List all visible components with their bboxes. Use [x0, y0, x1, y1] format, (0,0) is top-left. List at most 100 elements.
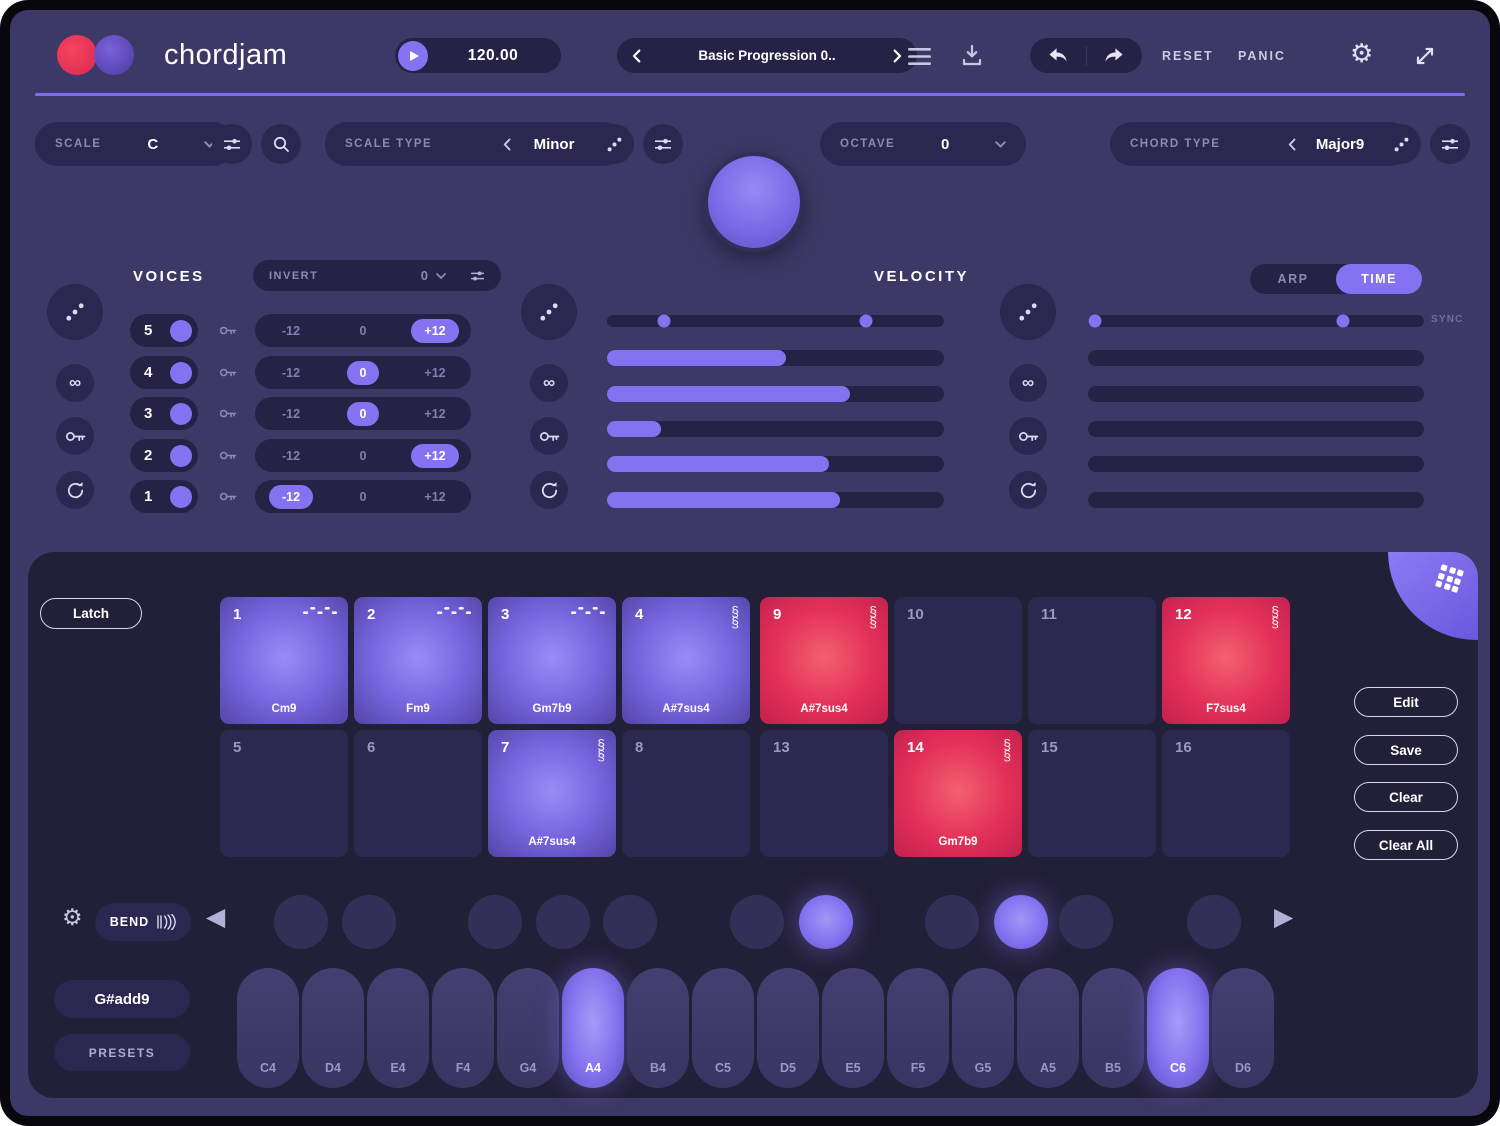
black-key-5[interactable]: [603, 895, 657, 949]
black-key-6[interactable]: [730, 895, 784, 949]
transpose-zero[interactable]: 0: [347, 402, 380, 426]
black-key-4[interactable]: [536, 895, 590, 949]
time-bar-5[interactable]: [1088, 492, 1424, 508]
velocity-range-handle-low[interactable]: [658, 315, 671, 328]
transpose-minus12[interactable]: -12: [269, 444, 313, 468]
transpose-zero[interactable]: 0: [347, 361, 380, 385]
pad-1[interactable]: 1§§Cm9: [220, 597, 348, 724]
presets-button[interactable]: PRESETS: [54, 1034, 190, 1071]
reset-button[interactable]: RESET: [1162, 49, 1214, 63]
time-range-slider[interactable]: [1088, 315, 1424, 327]
black-key-7[interactable]: [799, 895, 853, 949]
pad-9[interactable]: 9§§A#7sus4: [760, 597, 888, 724]
black-key-8[interactable]: [925, 895, 979, 949]
white-key-C6[interactable]: C6: [1147, 968, 1209, 1088]
time-bar-1[interactable]: [1088, 350, 1424, 366]
pad-14[interactable]: 14§§Gm7b9: [894, 730, 1022, 857]
white-key-A5[interactable]: A5: [1017, 968, 1079, 1088]
velocity-bar-3[interactable]: [607, 421, 944, 437]
voices-infinity-icon[interactable]: ∞: [56, 364, 94, 402]
bend-button[interactable]: BEND: [95, 903, 191, 941]
white-key-E4[interactable]: E4: [367, 968, 429, 1088]
voice-3-toggle[interactable]: 3: [130, 397, 198, 430]
time-key-icon[interactable]: [1009, 417, 1047, 455]
time-infinity-icon[interactable]: ∞: [1009, 364, 1047, 402]
white-key-G4[interactable]: G4: [497, 968, 559, 1088]
search-icon[interactable]: [261, 124, 301, 164]
white-key-D6[interactable]: D6: [1212, 968, 1274, 1088]
black-key-3[interactable]: [468, 895, 522, 949]
scale-type-prev-button[interactable]: [503, 138, 511, 151]
pad-16[interactable]: 16§§: [1162, 730, 1290, 857]
scale-sliders-icon[interactable]: [212, 124, 252, 164]
velocity-bar-1[interactable]: [607, 350, 944, 366]
clear-button[interactable]: Clear: [1354, 782, 1458, 812]
keyboard-gear-icon[interactable]: ⚙: [62, 906, 83, 929]
key-icon[interactable]: [219, 367, 237, 378]
preset-next-button[interactable]: [893, 49, 902, 63]
pad-11[interactable]: 11§§: [1028, 597, 1156, 724]
white-key-F4[interactable]: F4: [432, 968, 494, 1088]
bpm-display[interactable]: 120.00: [428, 47, 558, 65]
time-range-handle-high[interactable]: [1337, 315, 1350, 328]
black-key-11[interactable]: [1187, 895, 1241, 949]
white-key-D4[interactable]: D4: [302, 968, 364, 1088]
transpose-plus12[interactable]: +12: [411, 485, 458, 509]
clear-all-button[interactable]: Clear All: [1354, 830, 1458, 860]
time-loop-icon[interactable]: [1009, 471, 1047, 509]
white-key-A4[interactable]: A4: [562, 968, 624, 1088]
preset-name[interactable]: Basic Progression 0..: [698, 48, 835, 63]
white-key-B5[interactable]: B5: [1082, 968, 1144, 1088]
transpose-minus12[interactable]: -12: [269, 319, 313, 343]
velocity-bar-4[interactable]: [607, 456, 944, 472]
velocity-bar-5[interactable]: [607, 492, 944, 508]
arp-tab[interactable]: ARP: [1250, 272, 1336, 286]
preset-prev-button[interactable]: [632, 49, 641, 63]
undo-icon[interactable]: [1030, 46, 1086, 65]
black-key-1[interactable]: [274, 895, 328, 949]
key-icon[interactable]: [219, 408, 237, 419]
black-key-10[interactable]: [1059, 895, 1113, 949]
white-key-D5[interactable]: D5: [757, 968, 819, 1088]
time-range-handle-low[interactable]: [1088, 315, 1101, 328]
velocity-key-icon[interactable]: [530, 417, 568, 455]
chord-type-sliders-icon[interactable]: [1430, 124, 1470, 164]
keyboard-scroll-left-button[interactable]: ◀: [206, 905, 225, 930]
voices-dice-icon[interactable]: [47, 284, 103, 340]
velocity-bar-2[interactable]: [607, 386, 944, 402]
settings-gear-icon[interactable]: ⚙: [1350, 40, 1373, 66]
invert-control[interactable]: INVERT 0: [253, 260, 501, 291]
voice-5-toggle[interactable]: 5: [130, 314, 198, 347]
transpose-zero[interactable]: 0: [347, 444, 380, 468]
pad-3[interactable]: 3§§Gm7b9: [488, 597, 616, 724]
white-key-E5[interactable]: E5: [822, 968, 884, 1088]
pad-8[interactable]: 8§§: [622, 730, 750, 857]
pad-4[interactable]: 4§§A#7sus4: [622, 597, 750, 724]
edit-button[interactable]: Edit: [1354, 687, 1458, 717]
transpose-plus12[interactable]: +12: [411, 361, 458, 385]
voice-1-toggle[interactable]: 1: [130, 480, 198, 513]
download-button[interactable]: [960, 43, 984, 72]
key-icon[interactable]: [219, 450, 237, 461]
scale-type-sliders-icon[interactable]: [643, 124, 683, 164]
velocity-range-handle-high[interactable]: [860, 315, 873, 328]
velocity-dice-icon[interactable]: [521, 284, 577, 340]
pad-2[interactable]: 2§§Fm9: [354, 597, 482, 724]
pad-12[interactable]: 12§§F7sus4: [1162, 597, 1290, 724]
transpose-zero[interactable]: 0: [347, 485, 380, 509]
key-icon[interactable]: [219, 491, 237, 502]
time-dice-icon[interactable]: [1000, 284, 1056, 340]
black-key-9[interactable]: [994, 895, 1048, 949]
white-key-G5[interactable]: G5: [952, 968, 1014, 1088]
white-key-C4[interactable]: C4: [237, 968, 299, 1088]
voice-4-toggle[interactable]: 4: [130, 356, 198, 389]
resize-icon[interactable]: [1412, 43, 1438, 72]
scale-select[interactable]: SCALE C: [35, 122, 235, 166]
transpose-plus12[interactable]: +12: [411, 444, 458, 468]
pad-6[interactable]: 6§§: [354, 730, 482, 857]
time-bar-3[interactable]: [1088, 421, 1424, 437]
chord-type-dice-icon[interactable]: [1381, 124, 1421, 164]
white-key-B4[interactable]: B4: [627, 968, 689, 1088]
octave-select[interactable]: OCTAVE 0: [820, 122, 1026, 166]
velocity-infinity-icon[interactable]: ∞: [530, 364, 568, 402]
